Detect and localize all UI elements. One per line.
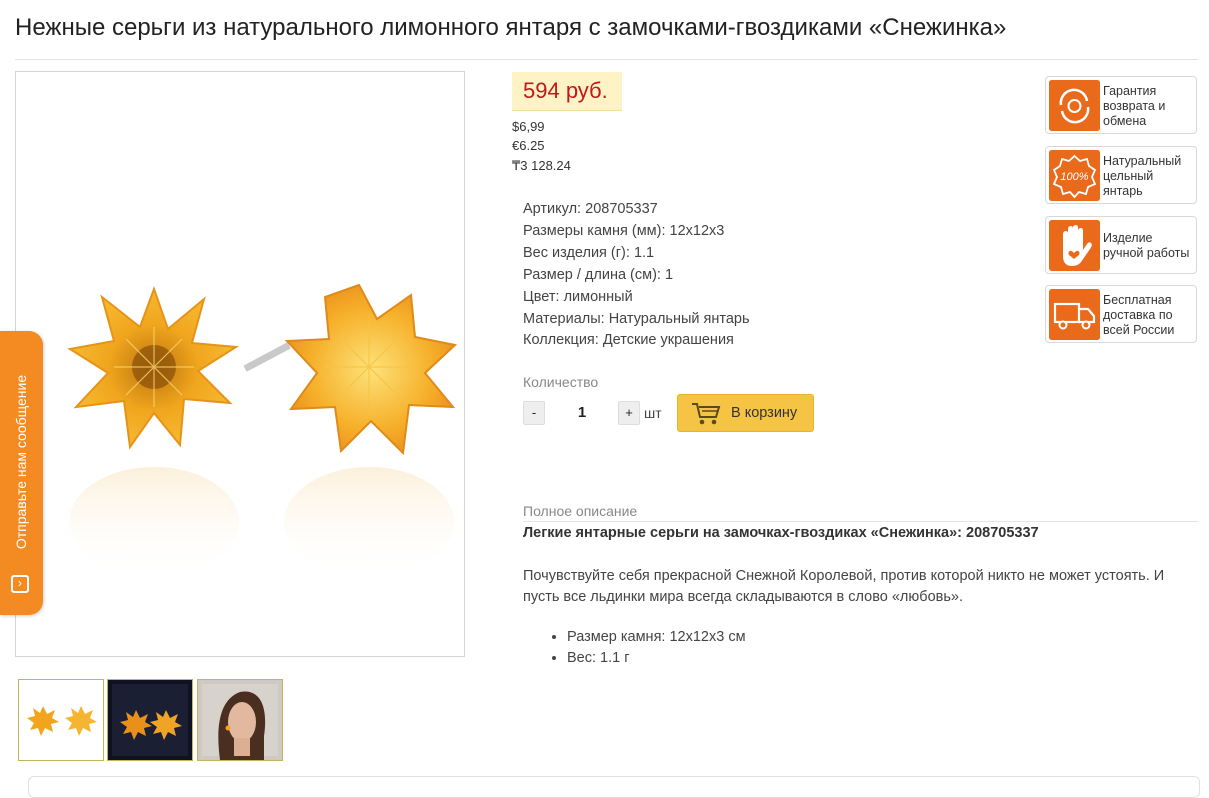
price-box: 594 руб. <box>512 72 622 111</box>
list-item: Вес: 1.1 г <box>567 648 746 669</box>
main-product-photo[interactable] <box>15 71 465 657</box>
quantity-increase-button[interactable]: + <box>618 401 640 425</box>
spec-value: 1 <box>664 266 674 283</box>
quantity-unit: шт <box>644 405 662 421</box>
spec-value: лимонный <box>563 288 633 305</box>
return-guarantee-icon <box>1049 80 1100 131</box>
thumbnail-2[interactable] <box>107 679 193 761</box>
spec-value: 1.1 <box>633 244 655 261</box>
add-to-cart-button[interactable]: В корзину <box>677 394 814 432</box>
badge-natural-amber-text: Натуральный цельный янтарь <box>1103 154 1182 198</box>
spec-row-weight: Вес изделия (г): 1.1 <box>523 243 750 265</box>
price-kzt: ₸3 128.24 <box>512 158 571 173</box>
spec-value: 12x12x3 <box>669 222 725 239</box>
quantity-input[interactable]: 1 <box>560 404 604 421</box>
spec-row-materials: Материалы: Натуральный янтарь <box>523 309 750 331</box>
spec-label: Артикул: <box>523 201 582 217</box>
spec-label: Материалы: <box>523 310 605 327</box>
cart-icon <box>692 403 721 425</box>
price-eur: €6.25 <box>512 138 545 153</box>
spec-row-article: Артикул: 208705337 <box>523 199 750 221</box>
spec-row-color: Цвет: лимонный <box>523 287 750 309</box>
spec-value: Натуральный янтарь <box>608 310 750 327</box>
spec-row-length: Размер / длина (см): 1 <box>523 265 750 287</box>
feedback-tab-label[interactable]: Отправьте нам сообщение <box>13 375 29 549</box>
description-heading: Легкие янтарные серьги на замочках-гвозд… <box>523 525 1039 541</box>
thumbnail-1[interactable] <box>18 679 104 761</box>
message-icon[interactable]: › <box>11 575 29 593</box>
delivery-truck-icon <box>1049 289 1100 340</box>
amber-earrings-image <box>67 283 458 577</box>
spec-value: 208705337 <box>585 201 658 217</box>
bottom-panel <box>28 776 1200 798</box>
quantity-label: Количество <box>523 374 599 390</box>
price-usd: $6,99 <box>512 119 545 134</box>
description-label: Полное описание <box>523 503 638 519</box>
spec-label: Вес изделия (г): <box>523 244 630 261</box>
natural-amber-100-icon: 100% <box>1049 150 1100 201</box>
handmade-hand-icon <box>1049 220 1100 271</box>
add-to-cart-label: В корзину <box>731 405 798 421</box>
badge-icon-text: 100% <box>1060 171 1088 183</box>
product-specs: Артикул: 208705337 Размеры камня (мм): 1… <box>523 199 750 352</box>
badge-handmade-text: Изделие ручной работы <box>1103 231 1190 260</box>
spec-label: Размеры камня (мм): <box>523 222 666 239</box>
badge-free-delivery[interactable]: Бесплатная доставка по всей России <box>1045 285 1197 343</box>
spec-label: Цвет: <box>523 288 560 305</box>
price-rub: 594 руб. <box>523 78 608 103</box>
list-item: Размер камня: 12x12x3 см <box>567 627 746 648</box>
badge-return-guarantee-text: Гарантия возврата и обмена <box>1103 84 1166 128</box>
spec-label: Размер / длина (см): <box>523 266 661 283</box>
badge-return-guarantee[interactable]: Гарантия возврата и обмена <box>1045 76 1197 134</box>
spec-row-stone-size: Размеры камня (мм): 12x12x3 <box>523 221 750 243</box>
model-wearing-earrings-image <box>198 680 282 760</box>
description-text: Почувствуйте себя прекрасной Снежной Кор… <box>523 568 1165 605</box>
quantity-decrease-button[interactable]: - <box>523 401 545 425</box>
title-divider <box>15 59 1198 60</box>
badge-natural-amber[interactable]: 100% Натуральный цельный янтарь <box>1045 146 1197 204</box>
spec-row-collection: Коллекция: Детские украшения <box>523 330 750 352</box>
thumbnail-3[interactable] <box>197 679 283 761</box>
description-divider <box>523 521 1198 522</box>
earrings-dark-thumbnail-image <box>108 680 192 760</box>
description-list: Размер камня: 12x12x3 см Вес: 1.1 г <box>549 627 746 668</box>
badge-handmade[interactable]: Изделие ручной работы <box>1045 216 1197 274</box>
badge-free-delivery-text: Бесплатная доставка по всей России <box>1103 293 1175 337</box>
spec-value: Детские украшения <box>602 332 734 349</box>
earrings-thumbnail-image <box>19 680 103 760</box>
spec-label: Коллекция: <box>523 332 599 349</box>
page-title: Нежные серьги из натурального лимонного … <box>15 14 1007 41</box>
